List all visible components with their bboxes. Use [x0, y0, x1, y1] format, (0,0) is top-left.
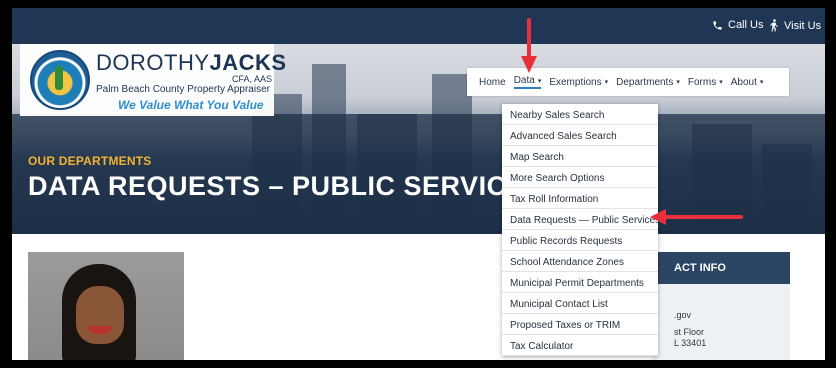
caret-down-icon: ▾: [676, 79, 680, 86]
nav-item-data[interactable]: Data ▾: [513, 75, 542, 89]
nav-item-label: Data: [513, 75, 535, 86]
nav-item-forms[interactable]: Forms ▾: [688, 77, 723, 88]
appraiser-credentials: CFA, AAS: [232, 74, 273, 84]
dropdown-item[interactable]: Advanced Sales Search: [502, 125, 658, 146]
phone-icon: [712, 20, 723, 31]
section-eyebrow: OUR DEPARTMENTS: [28, 154, 152, 168]
nav-item-label: Home: [479, 76, 506, 88]
dropdown-item[interactable]: Municipal Permit Departments: [502, 272, 658, 293]
dropdown-item[interactable]: Municipal Contact List: [502, 293, 658, 314]
dropdown-item[interactable]: Data Requests — Public Services: [502, 209, 658, 230]
red-arrow-left-icon: [650, 209, 743, 225]
dropdown-item[interactable]: Map Search: [502, 146, 658, 167]
nav-item-departments[interactable]: Departments ▾: [616, 77, 680, 88]
data-dropdown-menu: Nearby Sales Search Advanced Sales Search…: [502, 104, 658, 356]
screenshot-frame: Call Us Visit Us DOROTHYJACKS CFA, AAS P…: [0, 0, 836, 368]
dropdown-item[interactable]: Nearby Sales Search: [502, 104, 658, 125]
caret-down-icon: ▾: [537, 77, 542, 85]
caret-down-icon: ▾: [759, 79, 764, 86]
dropdown-item[interactable]: More Search Options: [502, 167, 658, 188]
staff-photo: [28, 252, 184, 360]
photo-face: [76, 286, 124, 344]
nav-item-label: Departments: [616, 76, 674, 88]
contact-address-line: st Floor: [674, 327, 705, 337]
nav-item-label: About: [730, 76, 757, 88]
contact-address-city: L 33401: [674, 338, 707, 348]
caret-down-icon: ▾: [604, 79, 609, 86]
site-logo[interactable]: DOROTHYJACKS CFA, AAS Palm Beach County …: [20, 44, 286, 116]
contact-email[interactable]: .gov: [674, 310, 691, 320]
dropdown-item[interactable]: School Attendance Zones: [502, 251, 658, 272]
caret-down-icon: ▾: [719, 79, 723, 86]
dropdown-item[interactable]: Tax Roll Information: [502, 188, 658, 209]
tagline: We Value What You Value: [118, 98, 264, 112]
browser-viewport: Call Us Visit Us DOROTHYJACKS CFA, AAS P…: [12, 8, 825, 360]
utility-bar: Call Us Visit Us: [12, 8, 825, 44]
contact-info-heading: ACT INFO: [652, 252, 790, 284]
nav-item-label: Exemptions: [549, 76, 602, 88]
walking-person-icon: [769, 19, 779, 32]
call-us-link[interactable]: Call Us: [712, 19, 763, 31]
page-title: DATA REQUESTS – PUBLIC SERVIC: [28, 171, 507, 201]
dropdown-item[interactable]: Proposed Taxes or TRIM: [502, 314, 658, 335]
nav-item-exemptions[interactable]: Exemptions ▾: [549, 77, 608, 88]
nav-item-about[interactable]: About ▾: [731, 77, 764, 88]
county-seal-logo: [30, 50, 90, 110]
contact-info-body: .gov st Floor L 33401: [652, 284, 790, 360]
dropdown-item[interactable]: Public Records Requests: [502, 230, 658, 251]
appraiser-name: DOROTHYJACKS: [96, 50, 287, 75]
dropdown-item[interactable]: Tax Calculator: [502, 335, 658, 356]
office-title: Palm Beach County Property Appraiser: [96, 84, 270, 95]
nav-item-home[interactable]: Home: [479, 77, 506, 88]
visit-us-link[interactable]: Visit Us: [769, 19, 821, 32]
main-navigation: Home Data ▾ Exemptions ▾ Departments ▾ Forms ▾ Ab…: [467, 68, 789, 96]
red-arrow-down-icon: [521, 18, 537, 73]
visit-us-label: Visit Us: [784, 19, 822, 32]
call-us-label: Call Us: [728, 19, 764, 31]
nav-item-label: Forms: [687, 76, 717, 88]
